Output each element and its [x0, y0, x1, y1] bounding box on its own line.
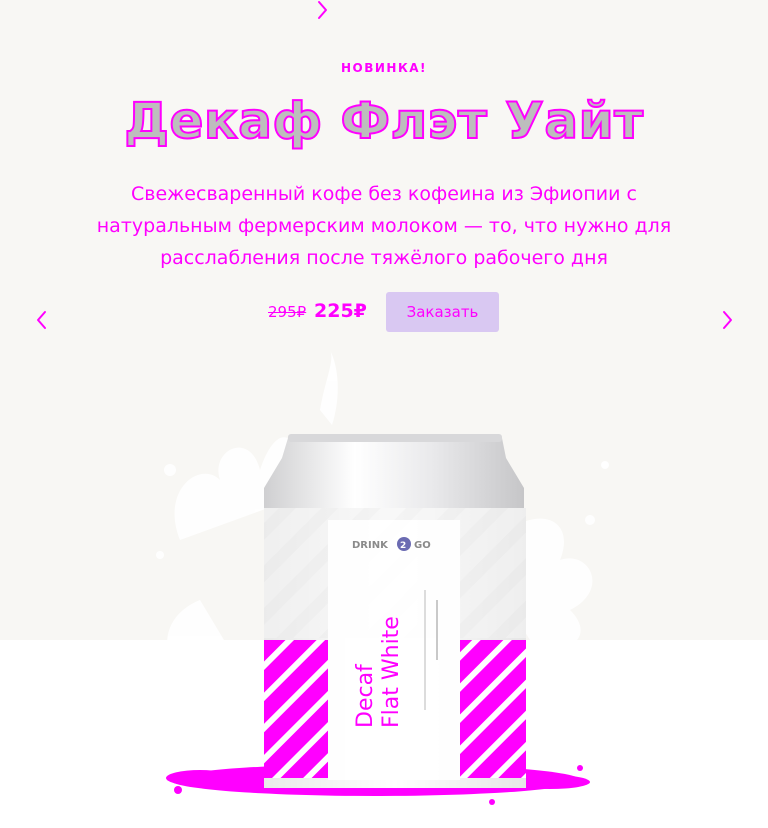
chevron-right-icon[interactable] — [310, 0, 334, 24]
can-lid — [264, 438, 524, 510]
svg-text:2: 2 — [400, 541, 406, 551]
new-badge: НОВИНКА! — [340, 61, 428, 75]
product-description: Свежесваренный кофе без кофеина из Эфиоп… — [96, 183, 672, 269]
old-price: 295₽ — [268, 303, 307, 321]
chevron-left-icon[interactable] — [29, 308, 53, 332]
order-button[interactable]: Заказать — [386, 292, 499, 332]
product-image: DRINK 2 GO Decaf Flat White — [156, 350, 609, 805]
svg-text:DRINK: DRINK — [352, 540, 389, 551]
price-row: 295₽ 225₽ Заказать — [0, 292, 768, 332]
page-title: Декаф Флэт Уайт — [123, 91, 644, 151]
svg-text:Decaf: Decaf — [353, 663, 378, 728]
chevron-right-icon[interactable] — [716, 308, 740, 332]
current-price: 225₽ — [314, 300, 367, 322]
svg-text:Flat White: Flat White — [379, 616, 404, 728]
svg-text:GO: GO — [414, 540, 431, 551]
